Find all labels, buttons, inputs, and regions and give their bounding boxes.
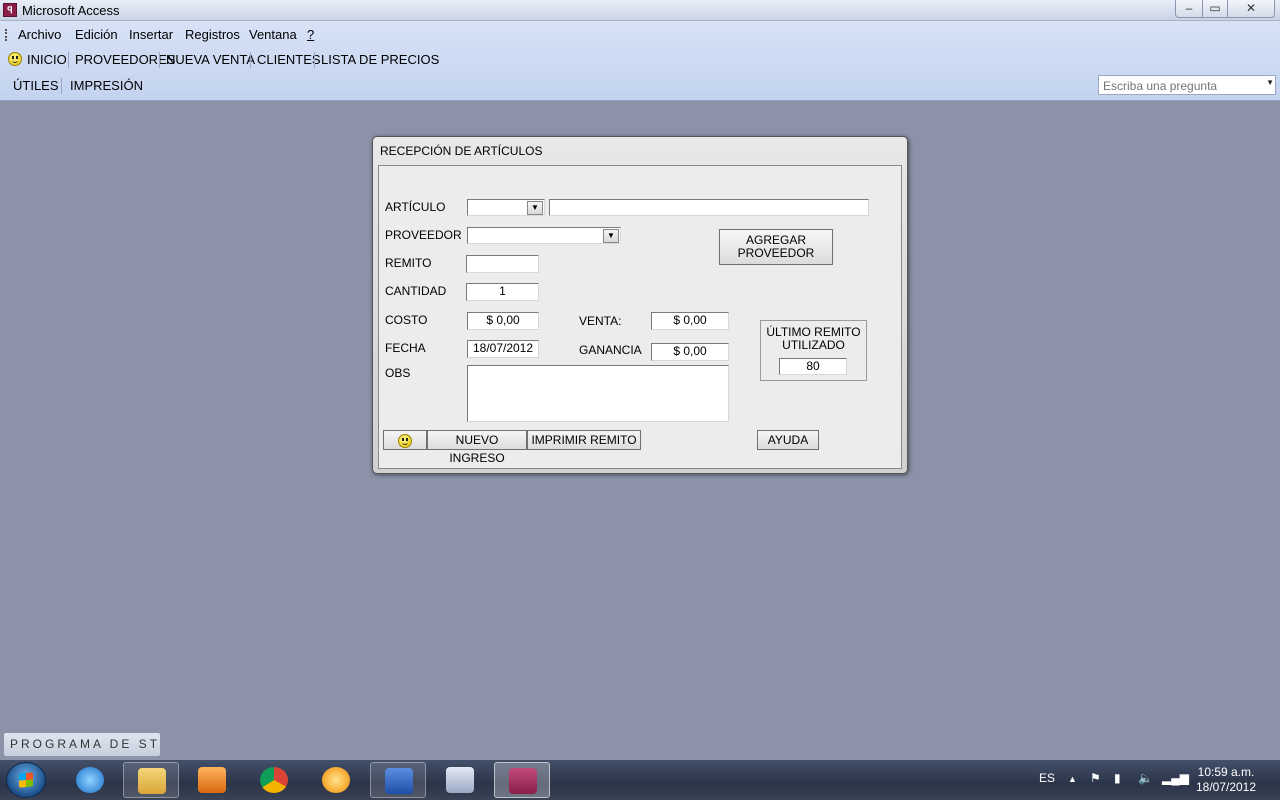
calculator-icon[interactable] xyxy=(432,762,488,798)
word-icon[interactable] xyxy=(370,762,426,798)
access-icon[interactable] xyxy=(494,762,550,798)
chevron-down-icon[interactable]: ▼ xyxy=(603,229,619,243)
proveedor-label: PROVEEDOR xyxy=(385,228,462,242)
access-app-icon[interactable]: ꟼ xyxy=(3,3,17,17)
toolbar-separator xyxy=(314,52,315,68)
fecha-label: FECHA xyxy=(385,341,426,355)
menubar-grip-icon[interactable] xyxy=(5,29,9,41)
action-center-flag-icon[interactable]: ⚑ xyxy=(1090,771,1101,785)
toolbar-lista-de-precios[interactable]: LISTA DE PRECIOS xyxy=(321,52,439,67)
remito-field[interactable] xyxy=(466,255,539,273)
chevron-down-icon[interactable]: ▼ xyxy=(527,201,543,215)
fecha-field[interactable]: 18/07/2012 xyxy=(467,340,539,358)
toolbar-nueva-venta[interactable]: NUEVA VENTA xyxy=(166,52,255,67)
power-icon[interactable]: ▮ xyxy=(1114,771,1121,785)
smiley-icon xyxy=(398,433,412,448)
menu-ventana[interactable]: Ventana xyxy=(249,27,297,42)
toolbar-separator xyxy=(68,52,69,68)
costo-field[interactable]: $ 0,00 xyxy=(467,312,539,330)
toolbar-utiles[interactable]: ÚTILES xyxy=(13,78,59,93)
help-question-box[interactable]: ▼ xyxy=(1098,75,1276,95)
clock[interactable]: 10:59 a.m. 18/07/2012 xyxy=(1190,765,1262,795)
toolbar-impresion[interactable]: IMPRESIÓN xyxy=(70,78,143,93)
dialog-body: ARTÍCULO ▼ PROVEEDOR ▼ AGREGAR PROVEEDOR… xyxy=(378,165,902,469)
menu-edicion[interactable]: Edición xyxy=(75,27,118,42)
messenger-icon[interactable] xyxy=(308,762,364,798)
toolbar-clientes[interactable]: CLIENTES xyxy=(257,52,321,67)
internet-explorer-icon[interactable] xyxy=(62,762,118,798)
articulo-description-field[interactable] xyxy=(549,199,869,216)
media-player-icon[interactable] xyxy=(184,762,240,798)
ganancia-field[interactable]: $ 0,00 xyxy=(651,343,729,361)
ayuda-button[interactable]: AYUDA xyxy=(757,430,819,450)
obs-label: OBS xyxy=(385,366,411,380)
chrome-icon[interactable] xyxy=(246,762,302,798)
clock-time: 10:59 a.m. xyxy=(1197,765,1255,779)
obs-textarea[interactable] xyxy=(467,365,729,422)
cantidad-label: CANTIDAD xyxy=(385,284,447,298)
clock-date: 18/07/2012 xyxy=(1195,780,1257,794)
imprimir-remito-button[interactable]: IMPRIMIR REMITO xyxy=(527,430,641,450)
title-bar: ꟼ Microsoft Access – ▭ ✕ xyxy=(0,0,1280,21)
network-signal-icon[interactable]: ▂▄▆ xyxy=(1162,771,1189,785)
ganancia-label: GANANCIA xyxy=(579,343,642,357)
venta-field[interactable]: $ 0,00 xyxy=(651,312,729,330)
ultimo-remito-label: ÚLTIMO REMITO UTILIZADO xyxy=(766,325,861,352)
language-indicator[interactable]: ES xyxy=(1039,771,1055,785)
cantidad-field[interactable]: 1 xyxy=(466,283,539,301)
agregar-proveedor-button[interactable]: AGREGAR PROVEEDOR xyxy=(719,229,833,265)
volume-icon[interactable]: 🔈 xyxy=(1138,771,1153,785)
venta-label: VENTA: xyxy=(579,314,622,328)
start-button[interactable] xyxy=(6,762,46,798)
minimize-button[interactable]: – xyxy=(1175,0,1203,18)
smiley-button[interactable] xyxy=(383,430,427,450)
smiley-icon xyxy=(8,52,22,66)
minimized-window-programa[interactable]: PROGRAMA DE ST... xyxy=(3,732,161,757)
remito-label: REMITO xyxy=(385,256,432,270)
toolbar-separator xyxy=(250,52,251,68)
window-title: Microsoft Access xyxy=(22,3,120,18)
taskbar: ES ▲ ⚑ ▮ 🔈 ▂▄▆ 10:59 a.m. 18/07/2012 xyxy=(0,760,1280,800)
toolbar-proveedores[interactable]: PROVEEDORES xyxy=(75,52,175,67)
toolbar-inicio[interactable]: INICIO xyxy=(27,52,67,67)
toolbar-separator xyxy=(159,52,160,68)
dialog-title: RECEPCIÓN DE ARTÍCULOS xyxy=(380,144,543,158)
help-question-input[interactable] xyxy=(1101,77,1265,95)
menu-registros[interactable]: Registros xyxy=(185,27,240,42)
maximize-button[interactable]: ▭ xyxy=(1202,0,1228,18)
show-hidden-icons-icon[interactable]: ▲ xyxy=(1068,774,1077,784)
recepcion-dialog: RECEPCIÓN DE ARTÍCULOS ARTÍCULO ▼ PROVEE… xyxy=(372,136,908,474)
toolbar-separator xyxy=(61,78,62,94)
menu-help[interactable]: ? xyxy=(307,27,314,42)
close-button[interactable]: ✕ xyxy=(1227,0,1275,18)
articulo-label: ARTÍCULO xyxy=(385,200,446,214)
menu-archivo[interactable]: Archivo xyxy=(18,27,61,42)
chevron-down-icon[interactable]: ▼ xyxy=(1266,78,1274,87)
menu-insertar[interactable]: Insertar xyxy=(129,27,173,42)
costo-label: COSTO xyxy=(385,313,428,327)
ultimo-remito-group: ÚLTIMO REMITO UTILIZADO 80 xyxy=(760,320,867,381)
proveedor-combo[interactable] xyxy=(467,227,621,244)
nuevo-ingreso-button[interactable]: NUEVO INGRESO xyxy=(427,430,527,465)
ultimo-remito-value: 80 xyxy=(779,358,847,375)
menu-area: Archivo Edición Insertar Registros Venta… xyxy=(0,21,1280,101)
explorer-icon[interactable] xyxy=(123,762,179,798)
